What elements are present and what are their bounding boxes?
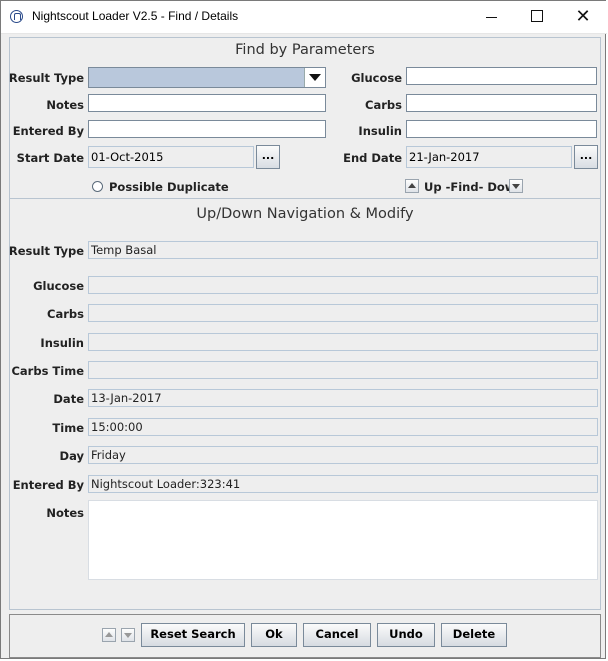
find-details-window: Nightscout Loader V2.5 - Find / Details … (0, 0, 607, 659)
find-notes-label: Notes (46, 98, 84, 112)
find-entered-by-label: Entered By (12, 124, 84, 138)
end-date-label: End Date (343, 151, 402, 165)
end-date-field[interactable]: 21-Jan-2017 (406, 146, 572, 168)
nav-carbs-time-value[interactable] (88, 361, 598, 379)
nav-time-label: Time (52, 421, 84, 435)
nav-notes-label: Notes (46, 506, 84, 520)
find-down-icon[interactable] (509, 179, 523, 193)
app-icon (10, 10, 23, 23)
close-button[interactable]: ✕ (560, 1, 606, 33)
find-carbs-input[interactable] (406, 94, 597, 112)
find-up-icon[interactable] (405, 179, 419, 193)
possible-duplicate-label: Possible Duplicate (109, 180, 229, 194)
nav-day-label: Day (59, 449, 84, 463)
nav-carbs-label: Carbs (47, 307, 84, 321)
find-glucose-input[interactable] (406, 67, 597, 85)
find-glucose-label: Glucose (351, 71, 402, 85)
nav-carbs-time-label: Carbs Time (11, 364, 84, 378)
nav-date-label: Date (53, 392, 84, 406)
nav-day-value: Friday (88, 446, 598, 464)
minimize-icon (485, 17, 497, 18)
nav-glucose-value[interactable] (88, 276, 598, 294)
minimize-button[interactable] (468, 1, 514, 33)
find-insulin-input[interactable] (406, 120, 597, 138)
start-date-picker-button[interactable]: ... (256, 145, 280, 169)
possible-duplicate-radio[interactable] (92, 181, 103, 192)
end-date-picker-button[interactable]: ... (574, 145, 598, 169)
cancel-button[interactable]: Cancel (303, 623, 371, 647)
nav-up-icon[interactable] (102, 628, 116, 642)
reset-search-button[interactable]: Reset Search (141, 623, 245, 647)
nav-down-icon[interactable] (121, 628, 135, 642)
nav-glucose-label: Glucose (33, 279, 84, 293)
result-type-combo[interactable] (88, 67, 326, 88)
close-icon: ✕ (575, 6, 591, 27)
nav-notes-textarea[interactable] (88, 500, 598, 580)
start-date-field[interactable]: 01-Oct-2015 (88, 146, 254, 168)
find-result-type-label: Result Type (8, 71, 84, 85)
window-title: Nightscout Loader V2.5 - Find / Details (32, 9, 239, 23)
title-bar: Nightscout Loader V2.5 - Find / Details … (1, 1, 607, 34)
nav-carbs-value[interactable] (88, 304, 598, 322)
nav-time-value[interactable]: 15:00:00 (88, 418, 598, 436)
nav-date-value[interactable]: 13-Jan-2017 (88, 389, 598, 407)
nav-insulin-value[interactable] (88, 333, 598, 351)
find-notes-input[interactable] (88, 94, 326, 112)
start-date-label: Start Date (16, 151, 84, 165)
delete-button[interactable]: Delete (441, 623, 507, 647)
nav-insulin-label: Insulin (40, 336, 84, 350)
find-carbs-label: Carbs (365, 98, 402, 112)
nav-entered-by-label: Entered By (12, 478, 84, 492)
maximize-button[interactable] (514, 1, 560, 33)
undo-button[interactable]: Undo (377, 623, 435, 647)
find-entered-by-input[interactable] (88, 120, 326, 138)
nav-entered-by-value[interactable]: Nightscout Loader:323:41 (88, 475, 598, 493)
maximize-icon (531, 10, 543, 22)
ok-button[interactable]: Ok (251, 623, 297, 647)
find-panel-title: Find by Parameters (235, 42, 375, 58)
nav-result-type-label: Result Type (8, 244, 84, 258)
find-panel: Find by Parameters (9, 37, 601, 199)
chevron-down-icon[interactable] (304, 68, 325, 87)
nav-result-type-value: Temp Basal (88, 241, 598, 259)
find-insulin-label: Insulin (358, 124, 402, 138)
navigation-panel-title: Up/Down Navigation & Modify (196, 206, 414, 222)
